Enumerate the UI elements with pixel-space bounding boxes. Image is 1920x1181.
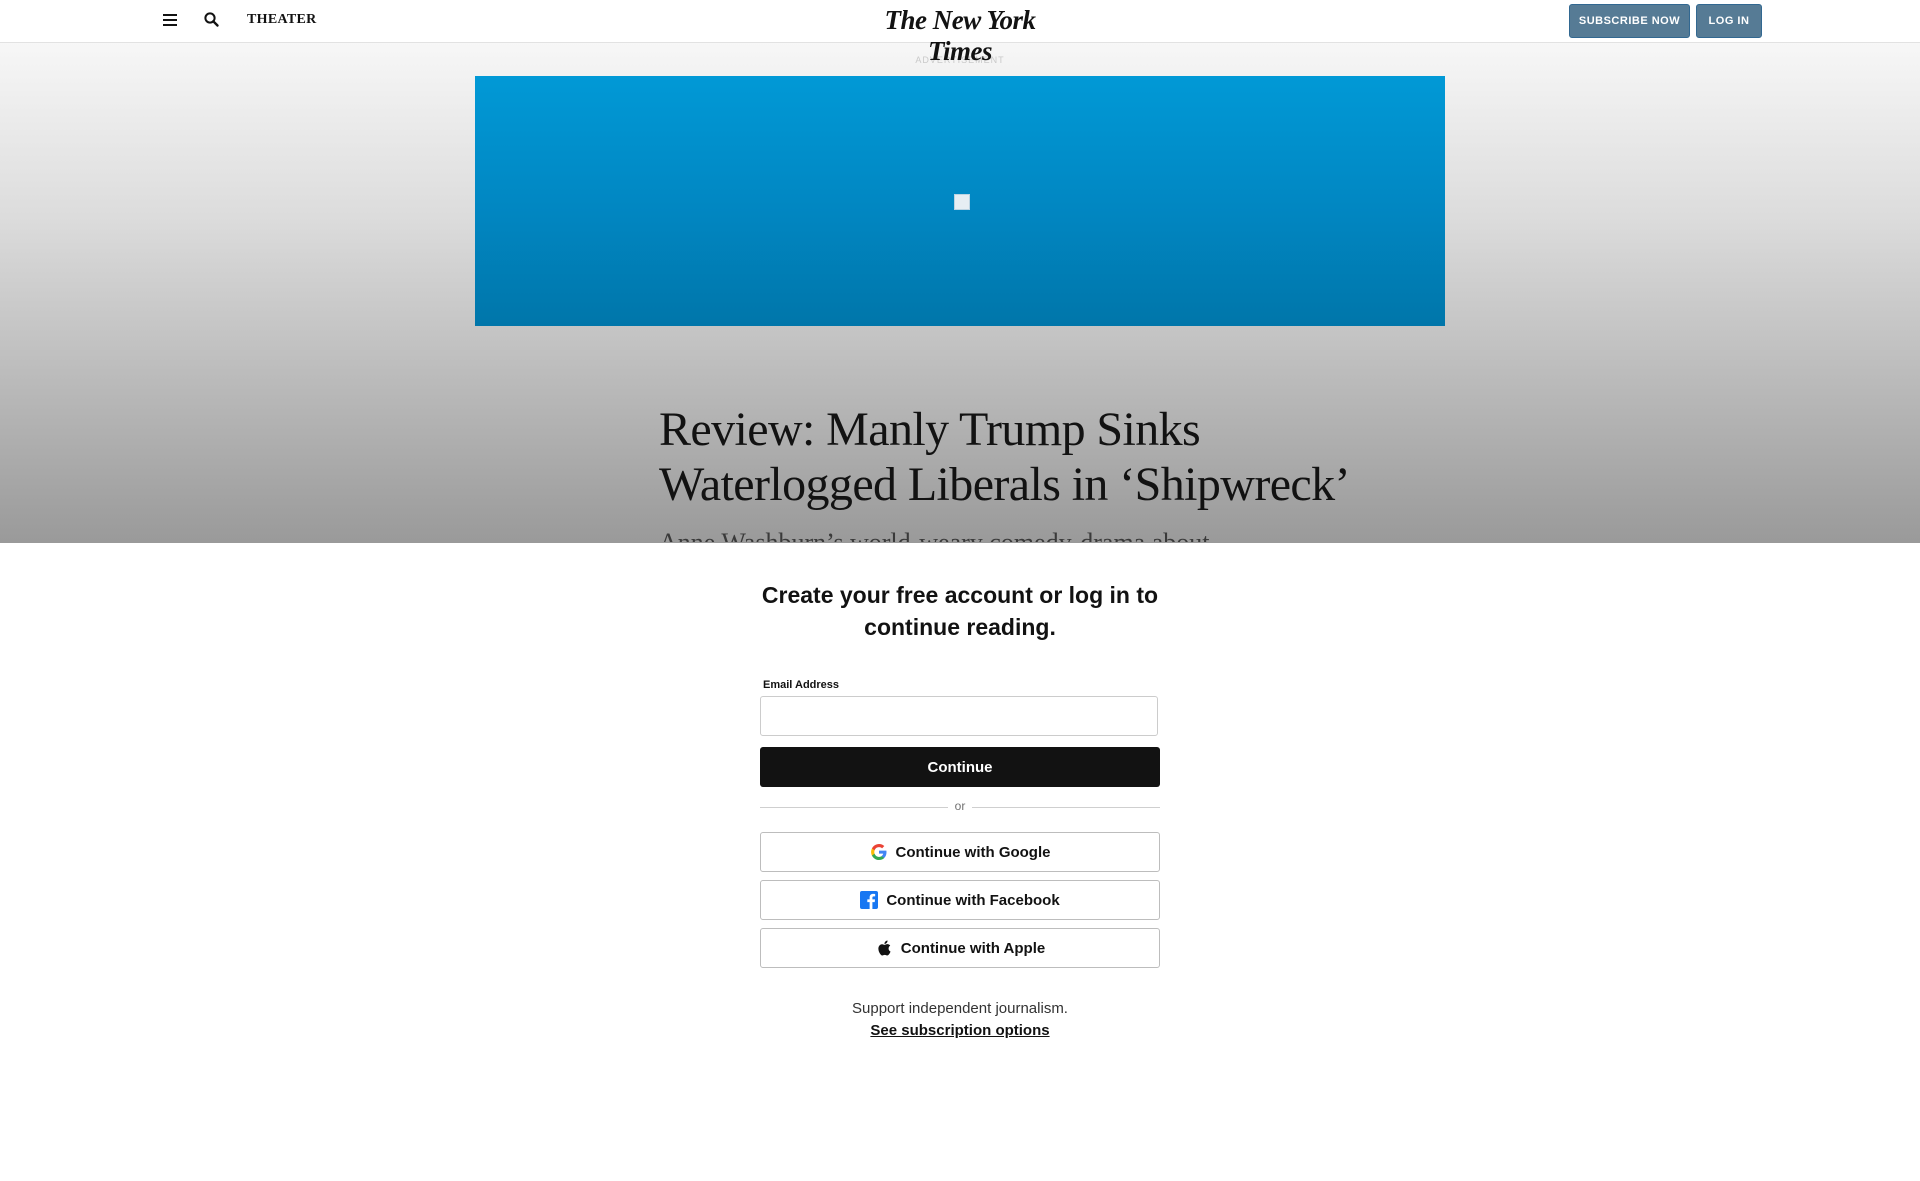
advertisement-banner[interactable] [475, 76, 1445, 326]
apple-button-label: Continue with Apple [900, 939, 1046, 957]
top-navigation-bar: THEATER The New York Times SUBSCRIBE NOW… [0, 0, 1920, 66]
google-icon [870, 843, 888, 861]
overlay-title-line-1: Create your free account or log in to [761, 582, 1159, 608]
email-address-label: Email Address [763, 679, 840, 691]
apple-icon [875, 939, 893, 957]
article-summary: Anne Washburn’s world-weary comedy-drama… [659, 528, 1379, 542]
email-address-input[interactable] [760, 696, 1158, 736]
headline-line-1: Review: Manly Trump Sinks [659, 403, 1201, 456]
continue-with-facebook-button[interactable]: Continue with Facebook [760, 880, 1160, 920]
headline-line-2: Waterlogged Liberals in ‘Shipwreck’ [659, 458, 1351, 511]
registration-overlay: Create your free account or log in to co… [0, 542, 1920, 1181]
subscribe-now-button[interactable]: SUBSCRIBE NOW [1569, 4, 1690, 38]
divider-line-right [972, 807, 1160, 808]
or-text: or [954, 799, 966, 813]
section-link-theater[interactable]: THEATER [247, 12, 317, 28]
continue-button[interactable]: Continue [760, 747, 1160, 787]
search-icon[interactable] [202, 10, 222, 30]
facebook-button-label: Continue with Facebook [886, 891, 1060, 909]
menu-icon[interactable] [160, 11, 180, 31]
overlay-title: Create your free account or log in to co… [660, 579, 1260, 643]
google-button-label: Continue with Google [895, 843, 1051, 861]
continue-with-google-button[interactable]: Continue with Google [760, 832, 1160, 872]
divider-line-left [760, 807, 948, 808]
overlay-title-line-2: continue reading. [864, 614, 1056, 640]
support-journalism-text: Support independent journalism. [852, 1000, 1068, 1017]
article-headline: Review: Manly Trump Sinks Waterlogged Li… [659, 402, 1379, 512]
nyt-logo[interactable]: The New York Times [860, 5, 1060, 67]
log-in-button[interactable]: LOG IN [1696, 4, 1762, 38]
subscription-link-text: See subscription options [870, 1022, 1050, 1039]
continue-with-apple-button[interactable]: Continue with Apple [760, 928, 1160, 968]
summary-text: Anne Washburn’s world-weary comedy-drama… [659, 528, 1209, 542]
facebook-icon [860, 891, 879, 909]
or-divider: or [760, 799, 1160, 815]
broken-image-icon [954, 194, 970, 210]
see-subscription-options-link[interactable]: See subscription options [760, 1022, 1160, 1039]
